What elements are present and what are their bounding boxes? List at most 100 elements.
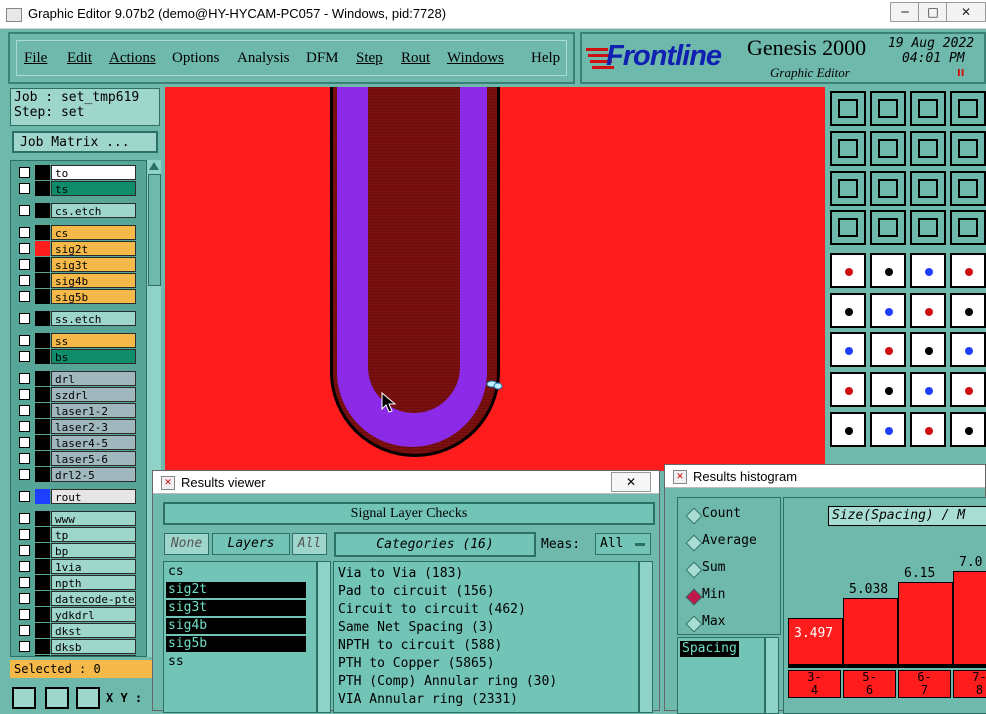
layer-color-swatch[interactable] bbox=[35, 575, 50, 590]
all-button[interactable]: All bbox=[292, 533, 327, 555]
category-row[interactable]: NPTH to circuit (588) bbox=[338, 638, 502, 653]
layer-checkbox[interactable] bbox=[19, 335, 30, 346]
ruler-icon[interactable] bbox=[910, 253, 946, 288]
layer-color-swatch[interactable] bbox=[35, 527, 50, 542]
layer-name[interactable]: tp bbox=[51, 527, 136, 542]
layer-name[interactable]: laser2-3 bbox=[51, 419, 136, 434]
layer-checkbox[interactable] bbox=[19, 405, 30, 416]
layer-name[interactable]: bs bbox=[51, 349, 136, 364]
measure-list-item[interactable]: Spacing bbox=[680, 641, 739, 657]
layer-checkbox[interactable] bbox=[19, 641, 30, 652]
add-arc-icon[interactable] bbox=[950, 293, 986, 328]
category-row[interactable]: Via to Via (183) bbox=[338, 566, 463, 581]
layer-checkbox[interactable] bbox=[19, 291, 30, 302]
graphic-canvas[interactable] bbox=[165, 87, 825, 471]
layer-name[interactable]: sig5b bbox=[51, 289, 136, 304]
grid-tool-icon[interactable] bbox=[76, 687, 100, 709]
layer-color-swatch[interactable] bbox=[35, 559, 50, 574]
layer-checkbox[interactable] bbox=[19, 593, 30, 604]
radio-icon[interactable] bbox=[685, 588, 703, 606]
category-row[interactable]: PTH (Comp) Annular ring (30) bbox=[338, 674, 557, 689]
layer-checkbox[interactable] bbox=[19, 167, 30, 178]
scroll-up-icon[interactable] bbox=[149, 162, 159, 170]
menu-analysis[interactable]: Analysis bbox=[237, 50, 290, 67]
layer-color-swatch[interactable] bbox=[35, 655, 50, 656]
layer-checkbox[interactable] bbox=[19, 275, 30, 286]
layer-row[interactable]: ss.etch bbox=[15, 311, 142, 326]
layer-checkbox[interactable] bbox=[19, 313, 30, 324]
layers-button[interactable]: Layers bbox=[212, 533, 290, 555]
stop-icon[interactable] bbox=[950, 253, 986, 288]
layer-checkbox[interactable] bbox=[19, 469, 30, 480]
aggregate-option-max[interactable]: Max bbox=[682, 614, 776, 633]
triangle-b-icon[interactable] bbox=[870, 412, 906, 447]
radio-icon[interactable] bbox=[685, 507, 703, 525]
layer-color-swatch[interactable] bbox=[35, 311, 50, 326]
menu-dfm[interactable]: DFM bbox=[306, 50, 339, 67]
add-pad-icon[interactable] bbox=[830, 253, 866, 288]
menu-help[interactable]: Help bbox=[531, 50, 560, 67]
layer-name[interactable]: laser4-5 bbox=[51, 435, 136, 450]
undo-view-icon[interactable] bbox=[910, 131, 946, 166]
angle-icon[interactable] bbox=[830, 332, 866, 367]
layer-results-row[interactable]: ss bbox=[166, 654, 306, 670]
layer-name[interactable]: cs bbox=[51, 225, 136, 240]
pan-right-icon[interactable] bbox=[870, 131, 906, 166]
layer-row[interactable]: laser5-6 bbox=[15, 451, 142, 466]
none-button[interactable]: None bbox=[164, 533, 209, 555]
layer-name[interactable]: laser1-2 bbox=[51, 403, 136, 418]
layer-row[interactable]: rout bbox=[15, 489, 142, 504]
dimension-icon[interactable] bbox=[910, 372, 946, 407]
layer-name[interactable]: ss bbox=[51, 333, 136, 348]
layer-checkbox[interactable] bbox=[19, 183, 30, 194]
layer-color-swatch[interactable] bbox=[35, 257, 50, 272]
zoom-tool-icon[interactable] bbox=[12, 687, 36, 709]
layer-name[interactable]: biaozhu bbox=[51, 655, 136, 656]
layer-checkbox[interactable] bbox=[19, 513, 30, 524]
mirror-icon[interactable] bbox=[950, 332, 986, 367]
layer-results-row[interactable]: sig4b bbox=[166, 618, 306, 634]
histogram-bar[interactable] bbox=[953, 571, 986, 666]
menu-windows[interactable]: Windows bbox=[447, 50, 504, 67]
layer-row[interactable]: szdrl bbox=[15, 387, 142, 402]
category-row[interactable]: PTH to Copper (5865) bbox=[338, 656, 495, 671]
layer-row[interactable]: to bbox=[15, 165, 142, 180]
layer-name[interactable]: szdrl bbox=[51, 387, 136, 402]
triangle-c-icon[interactable] bbox=[910, 412, 946, 447]
layer-checkbox[interactable] bbox=[19, 389, 30, 400]
category-row[interactable]: Same Net Spacing (3) bbox=[338, 620, 495, 635]
layer-name[interactable]: sig4b bbox=[51, 273, 136, 288]
histogram-bar[interactable] bbox=[843, 598, 898, 666]
layer-color-swatch[interactable] bbox=[35, 451, 50, 466]
settings-icon[interactable] bbox=[830, 210, 866, 245]
menu-step[interactable]: Step bbox=[356, 50, 383, 67]
layer-row[interactable]: bs bbox=[15, 349, 142, 364]
layer-color-swatch[interactable] bbox=[35, 289, 50, 304]
category-row[interactable]: VIA Annular ring (2331) bbox=[338, 692, 518, 707]
layer-row[interactable]: cs.etch bbox=[15, 203, 142, 218]
home-icon[interactable] bbox=[910, 91, 946, 126]
categories-scrollbar[interactable] bbox=[639, 561, 653, 713]
layer-row[interactable]: datecode-pte bbox=[15, 591, 142, 606]
triangle-a-icon[interactable] bbox=[830, 412, 866, 447]
layer-checkbox[interactable] bbox=[19, 351, 30, 362]
aggregate-option-average[interactable]: Average bbox=[682, 533, 776, 552]
layer-results-row[interactable]: sig2t bbox=[166, 582, 306, 598]
layer-row[interactable]: ts bbox=[15, 181, 142, 196]
layer-checkbox[interactable] bbox=[19, 545, 30, 556]
maximize-button[interactable]: □ bbox=[918, 2, 948, 22]
layer-name[interactable]: ss.etch bbox=[51, 311, 136, 326]
layer-row[interactable]: dksb bbox=[15, 639, 142, 654]
layer-checkbox[interactable] bbox=[19, 491, 30, 502]
layer-name[interactable]: datecode-pte bbox=[51, 591, 136, 606]
rotate-icon[interactable] bbox=[910, 332, 946, 367]
pause-icon[interactable]: II bbox=[957, 68, 964, 79]
category-row[interactable]: Pad to circuit (156) bbox=[338, 584, 495, 599]
fit-frame-icon[interactable] bbox=[830, 91, 866, 126]
layer-checkbox[interactable] bbox=[19, 243, 30, 254]
add-line-icon[interactable] bbox=[910, 293, 946, 328]
layer-row[interactable]: drl2-5 bbox=[15, 467, 142, 482]
snap-icon[interactable] bbox=[950, 210, 986, 245]
minimize-button[interactable]: ─ bbox=[890, 2, 920, 22]
layer-color-swatch[interactable] bbox=[35, 511, 50, 526]
